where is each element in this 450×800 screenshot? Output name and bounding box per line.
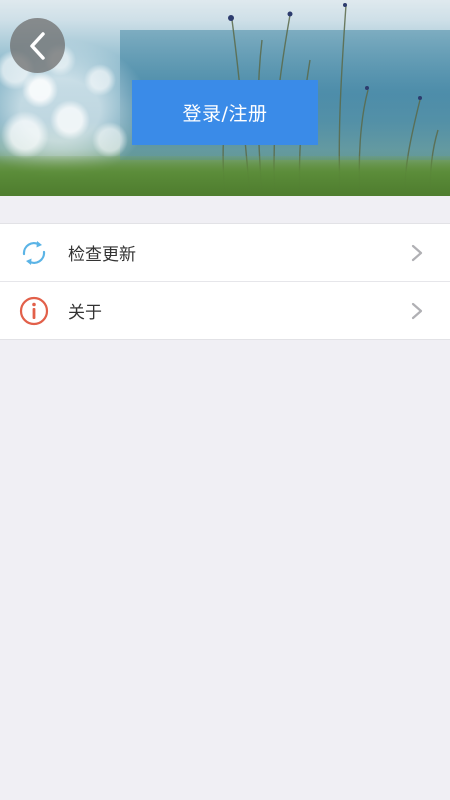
settings-menu: 检查更新 关于 <box>0 223 450 340</box>
menu-item-label: 检查更新 <box>68 245 136 265</box>
chevron-right-icon <box>411 302 423 320</box>
login-register-button[interactable]: 登录/注册 <box>132 80 318 145</box>
menu-item-label: 关于 <box>68 303 102 323</box>
login-register-label: 登录/注册 <box>182 103 268 125</box>
back-button[interactable] <box>10 18 65 73</box>
menu-item-about[interactable]: 关于 <box>0 281 450 339</box>
chevron-left-icon <box>29 31 45 60</box>
chevron-right-icon <box>411 244 423 262</box>
refresh-icon <box>22 241 46 265</box>
settings-screen: 登录/注册 检查更新 关于 <box>0 0 450 800</box>
banner-grass <box>0 156 450 196</box>
info-icon <box>19 296 49 326</box>
menu-item-check-update[interactable]: 检查更新 <box>0 224 450 281</box>
